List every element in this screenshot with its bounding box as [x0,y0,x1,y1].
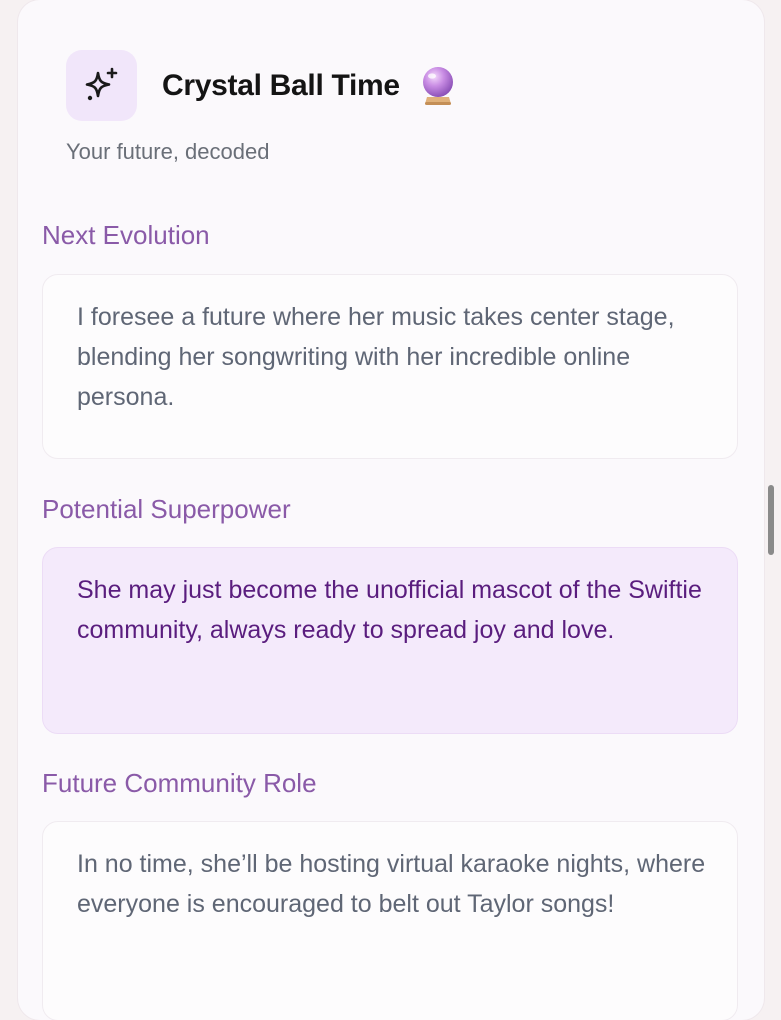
future-community-role-text: In no time, she’ll be hosting virtual ka… [77,850,706,918]
scrollbar[interactable] [768,485,774,555]
future-community-role-box: In no time, she’ll be hosting virtual ka… [42,821,738,1020]
crystal-ball-card: Crystal Ball Time Your future, decoded N… [18,0,764,1020]
card-subtitle: Your future, decoded [66,139,270,164]
card-title: Crystal Ball Time [162,68,400,102]
potential-superpower-text: She may just become the unofficial masco… [77,576,702,644]
card-header: Crystal Ball Time [66,50,456,121]
next-evolution-text: I foresee a future where her music takes… [77,303,675,411]
next-evolution-box: I foresee a future where her music takes… [42,274,738,459]
sparkles-icon [66,50,137,121]
section-label-potential-superpower: Potential Superpower [42,494,291,524]
section-label-future-community-role: Future Community Role [42,768,317,798]
potential-superpower-box: She may just become the unofficial masco… [42,547,738,734]
crystal-ball-icon [420,66,456,106]
section-label-next-evolution: Next Evolution [42,220,210,250]
